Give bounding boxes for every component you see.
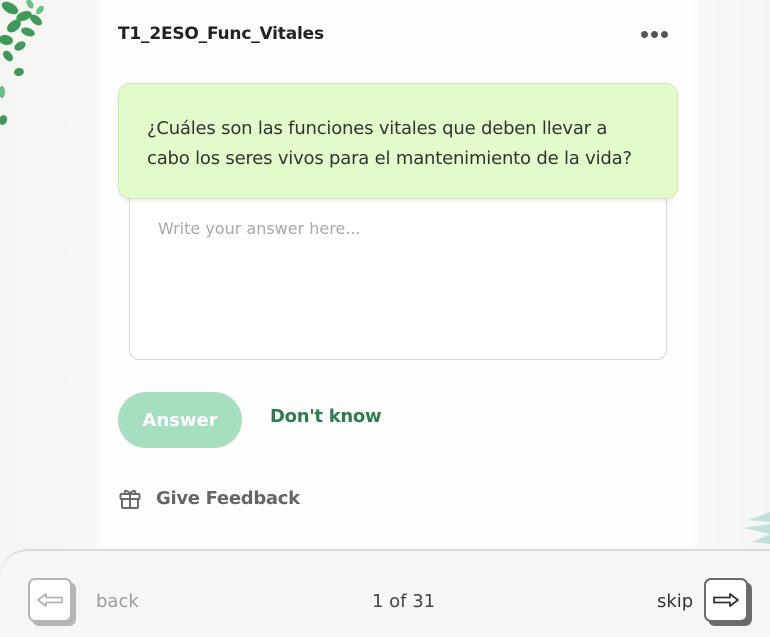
arrow-right-icon <box>713 593 739 607</box>
answer-box <box>129 195 667 360</box>
question-card: ¿Cuáles son las funciones vitales que de… <box>118 83 678 199</box>
dont-know-button[interactable]: Don't know <box>270 406 382 427</box>
gift-icon <box>119 490 141 509</box>
give-feedback-link[interactable]: Give Feedback <box>118 486 300 510</box>
arrow-left-icon <box>37 593 63 607</box>
answer-input[interactable] <box>130 196 666 359</box>
leaves-decoration-top-left <box>0 0 44 125</box>
give-feedback-label: Give Feedback <box>156 487 300 509</box>
question-text: ¿Cuáles son las funciones vitales que de… <box>147 118 632 169</box>
more-horizontal-icon <box>640 30 648 38</box>
deck-title: T1_2ESO_Func_Vitales <box>118 24 324 44</box>
leaves-decoration-bottom-right <box>744 512 770 544</box>
answer-button[interactable]: Answer <box>118 392 242 448</box>
progress-counter: 1 of 31 <box>372 591 436 612</box>
skip-label[interactable]: skip <box>657 591 693 612</box>
back-button[interactable] <box>28 578 76 626</box>
skip-button[interactable] <box>704 578 752 626</box>
more-options-button[interactable] <box>636 22 672 46</box>
back-label[interactable]: back <box>96 591 139 612</box>
